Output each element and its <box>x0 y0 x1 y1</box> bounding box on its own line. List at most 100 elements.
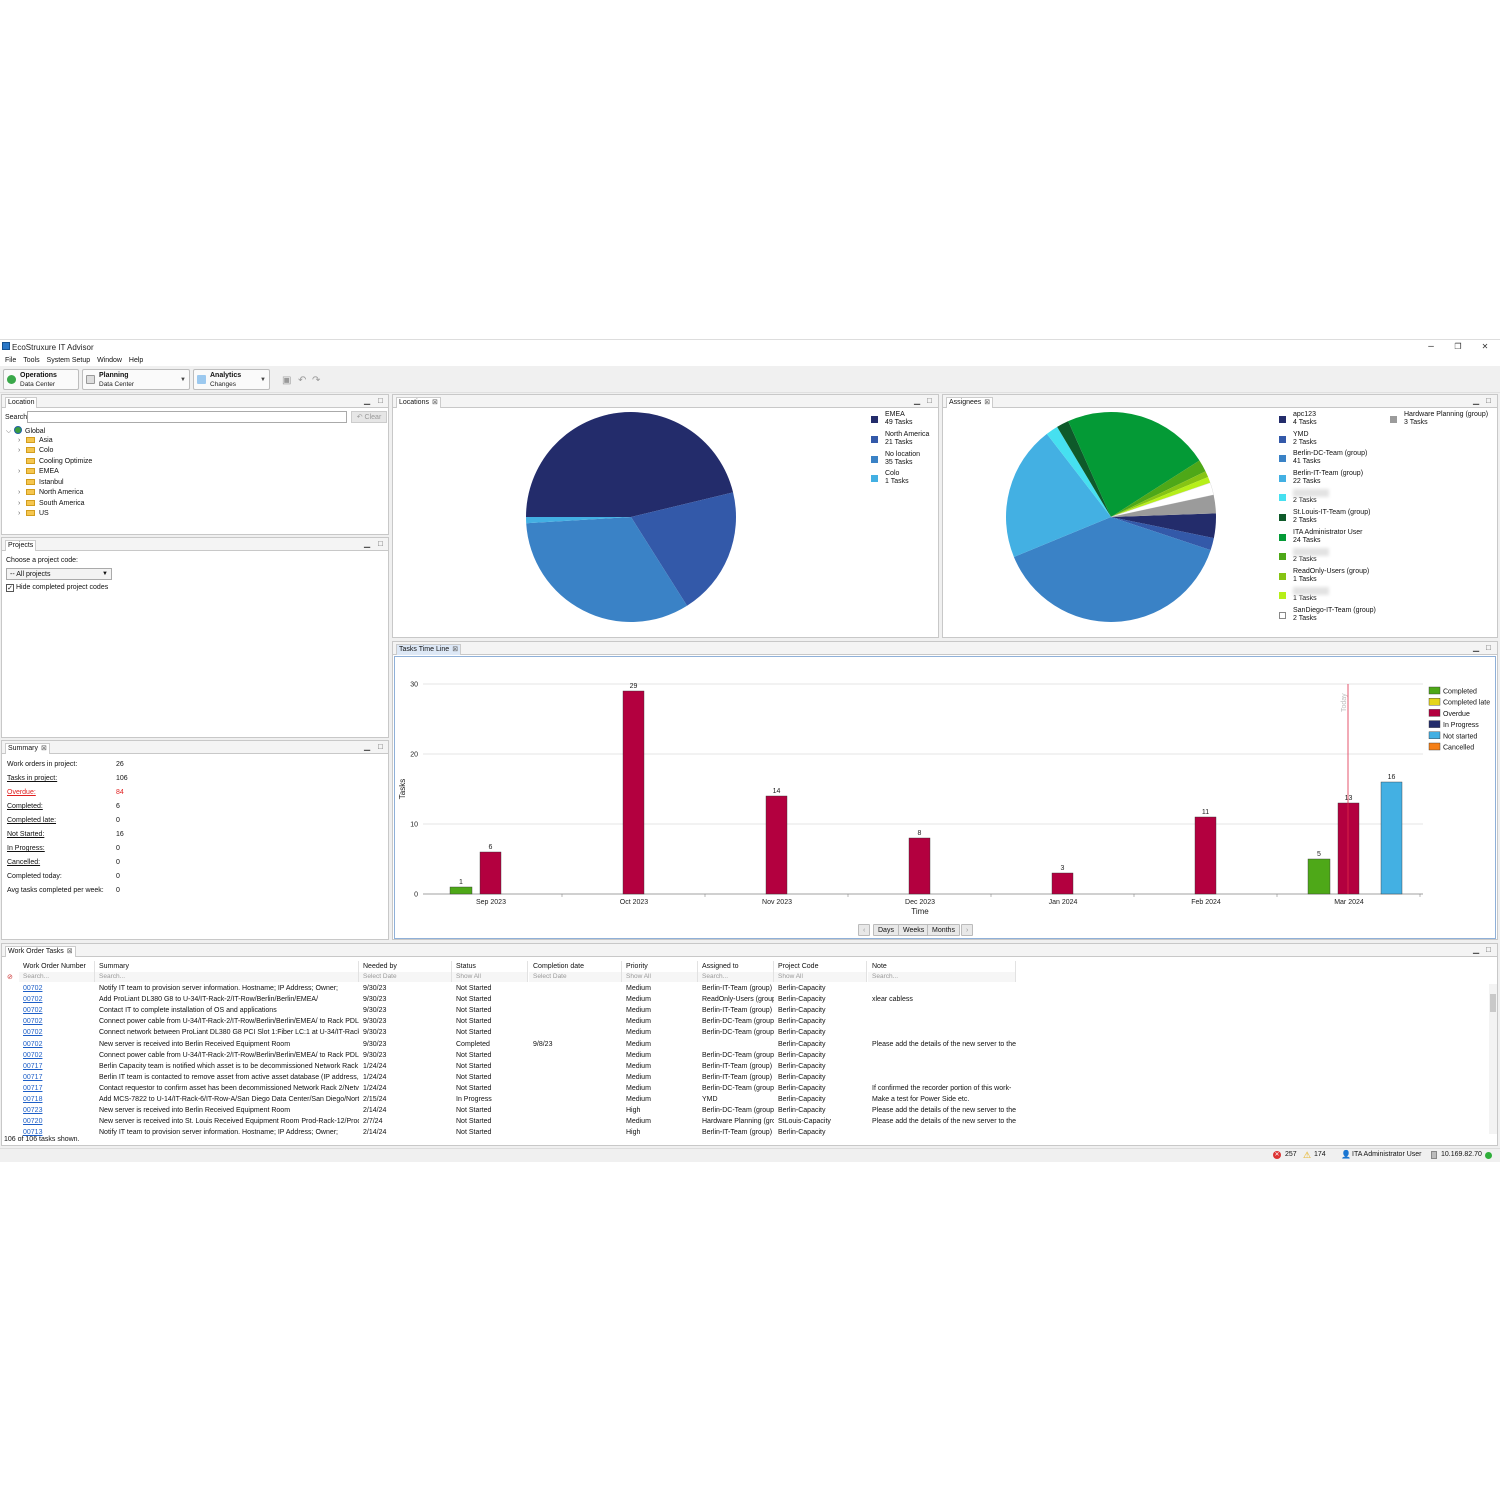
tree-item-south-america[interactable]: › South America <box>18 499 85 507</box>
summary-label-completed-late[interactable]: Completed late: <box>7 817 56 824</box>
maximize-view-icon[interactable]: □ <box>378 396 383 405</box>
column-filter-status[interactable]: Show All <box>452 972 528 982</box>
months-button[interactable]: Months <box>927 924 960 936</box>
work-order-link[interactable]: 00702 <box>19 1039 95 1050</box>
warning-count[interactable]: 174 <box>1314 1151 1326 1158</box>
minimize-button[interactable]: – <box>1424 341 1438 352</box>
summary-label-overdue[interactable]: Overdue: <box>7 789 36 796</box>
bar-mar-2024-overdue[interactable] <box>1337 802 1360 895</box>
chevron-right-icon[interactable]: › <box>18 489 26 496</box>
work-order-link[interactable]: 00717 <box>19 1072 95 1083</box>
summary-label-tasks-in-project[interactable]: Tasks in project: <box>7 775 57 782</box>
chevron-right-icon[interactable]: › <box>18 447 26 454</box>
bar-dec-2023-overdue[interactable] <box>908 837 931 895</box>
minimize-view-icon[interactable]: ▁ <box>914 396 920 405</box>
column-filter-note[interactable]: Search... <box>868 972 1016 982</box>
bar-mar-2024-not-started[interactable] <box>1380 781 1403 895</box>
summary-label-not-started[interactable]: Not Started: <box>7 831 44 838</box>
bar-sep-2023-overdue[interactable] <box>479 851 502 895</box>
maximize-view-icon[interactable]: □ <box>1486 396 1491 405</box>
minimize-view-icon[interactable]: ▁ <box>1473 945 1479 954</box>
clear-filter-icon[interactable]: ⊘ <box>7 973 13 981</box>
clear-button[interactable]: ↶ Clear <box>351 411 387 423</box>
maximize-view-icon[interactable]: □ <box>927 396 932 405</box>
perspective-analytics[interactable]: Analytics Changes ▼ <box>193 369 270 390</box>
maximize-view-icon[interactable]: □ <box>1486 643 1491 652</box>
summary-label-cancelled[interactable]: Cancelled: <box>7 859 40 866</box>
menu-window[interactable]: Window <box>97 355 122 366</box>
maximize-view-icon[interactable]: □ <box>1486 945 1491 954</box>
undo-icon[interactable]: ↶ <box>298 375 306 386</box>
work-order-link[interactable]: 00702 <box>19 1016 95 1027</box>
minimize-view-icon[interactable]: ▁ <box>1473 396 1479 405</box>
error-count[interactable]: 257 <box>1285 1151 1297 1158</box>
tab-locations[interactable]: Locations ⊠ <box>396 397 441 408</box>
bar-jan-2024-overdue[interactable] <box>1051 872 1074 895</box>
bar-nov-2023-overdue[interactable] <box>765 795 788 895</box>
next-period-button[interactable]: › <box>961 924 974 936</box>
redo-icon[interactable]: ↷ <box>312 375 320 386</box>
work-order-link[interactable]: 00702 <box>19 1027 95 1038</box>
column-header-priority[interactable]: Priority <box>622 961 698 972</box>
tree-item-asia[interactable]: › Asia <box>18 436 53 444</box>
work-order-link[interactable]: 00702 <box>19 994 95 1005</box>
project-code-select[interactable]: -- All projects ▼ <box>6 568 112 580</box>
column-filter-summary[interactable]: Search... <box>95 972 359 982</box>
tab-tasks-time-line[interactable]: Tasks Time Line ⊠ <box>396 644 462 655</box>
menu-tools[interactable]: Tools <box>23 355 39 366</box>
tab-projects[interactable]: Projects <box>5 540 37 551</box>
column-header-assigned-to[interactable]: Assigned to <box>698 961 774 972</box>
summary-label-completed[interactable]: Completed: <box>7 803 43 810</box>
work-order-link[interactable]: 00702 <box>19 1050 95 1061</box>
hide-completed-checkbox[interactable]: ✓ <box>6 584 14 592</box>
column-header-note[interactable]: Note <box>868 961 1016 972</box>
tab-summary[interactable]: Summary ⊠ <box>5 743 50 754</box>
bar-sep-2023-completed[interactable] <box>449 886 473 895</box>
chevron-right-icon[interactable]: › <box>18 437 26 444</box>
minimize-view-icon[interactable]: ▁ <box>1473 643 1479 652</box>
column-filter-work-order-number[interactable]: Search... <box>19 972 95 982</box>
column-filter-needed-by[interactable]: Select Date <box>359 972 452 982</box>
maximize-view-icon[interactable]: □ <box>378 742 383 751</box>
menu-file[interactable]: File <box>5 355 16 366</box>
perspective-planning[interactable]: Planning Data Center ▼ <box>82 369 190 390</box>
error-icon[interactable]: ✕ <box>1273 1151 1281 1159</box>
chevron-down-icon[interactable]: ▼ <box>180 377 186 383</box>
column-filter-project-code[interactable]: Show All <box>774 972 867 982</box>
maximize-view-icon[interactable]: □ <box>378 539 383 548</box>
close-button[interactable]: ✕ <box>1478 342 1492 351</box>
restore-button[interactable]: ❐ <box>1451 342 1465 351</box>
chevron-down-icon[interactable]: ▼ <box>260 377 266 383</box>
tree-item-istanbul[interactable]: Istanbul <box>18 478 64 486</box>
tab-work-order-tasks[interactable]: Work Order Tasks ⊠ <box>5 946 76 957</box>
work-order-link[interactable]: 00720 <box>19 1116 95 1127</box>
tree-item-emea[interactable]: › EMEA <box>18 468 59 475</box>
minimize-view-icon[interactable]: ▁ <box>364 396 370 405</box>
chevron-right-icon[interactable]: › <box>18 500 26 507</box>
work-order-link[interactable]: 00718 <box>19 1094 95 1105</box>
column-header-needed-by[interactable]: Needed by <box>359 961 452 972</box>
location-search-input[interactable] <box>27 411 347 423</box>
tab-assignees[interactable]: Assignees ⊠ <box>946 397 994 408</box>
work-order-link[interactable]: 00717 <box>19 1061 95 1072</box>
perspective-operations[interactable]: Operations Data Center <box>3 369 79 390</box>
bar-mar-2024-completed[interactable] <box>1307 858 1331 895</box>
bar-feb-2024-overdue[interactable] <box>1194 816 1217 895</box>
minimize-view-icon[interactable]: ▁ <box>364 742 370 751</box>
tree-item-colo[interactable]: › Colo <box>18 447 53 454</box>
work-order-link[interactable]: 00723 <box>19 1105 95 1116</box>
column-filter-assigned-to[interactable]: Search... <box>698 972 774 982</box>
warning-icon[interactable]: ⚠ <box>1303 1150 1311 1161</box>
chevron-right-icon[interactable]: › <box>18 468 26 475</box>
weeks-button[interactable]: Weeks <box>898 924 930 936</box>
work-order-link[interactable]: 00702 <box>19 1005 95 1016</box>
tab-location[interactable]: Location <box>5 397 38 408</box>
summary-label-in-progress[interactable]: In Progress: <box>7 845 45 852</box>
chevron-down-icon[interactable]: ⌵ <box>6 428 14 436</box>
column-header-project-code[interactable]: Project Code <box>774 961 867 972</box>
prev-period-button[interactable]: ‹ <box>858 924 871 936</box>
menu-help[interactable]: Help <box>129 355 143 366</box>
column-filter-completion-date[interactable]: Select Date <box>529 972 622 982</box>
column-header-status[interactable]: Status <box>452 961 528 972</box>
tree-item-cooling-optimize[interactable]: Cooling Optimize <box>18 457 92 465</box>
